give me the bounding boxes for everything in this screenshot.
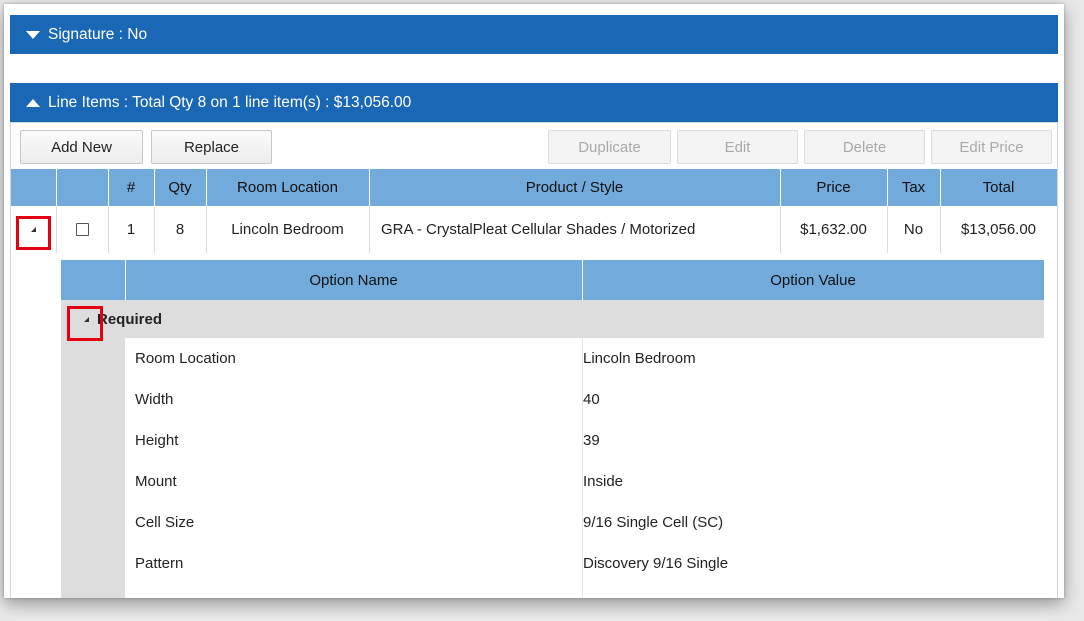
- option-name: Cell Size: [135, 514, 195, 531]
- option-value: Lincoln Bedroom: [583, 350, 696, 367]
- row-detail-panel: Option Name Option Value Required Room L…: [61, 253, 1044, 598]
- column-header-option-value[interactable]: Option Value: [582, 260, 1044, 300]
- signature-label: Signature : No: [48, 25, 148, 43]
- column-header-price[interactable]: Price: [780, 169, 887, 206]
- option-name: Room Location: [135, 350, 236, 367]
- line-items-summary: Line Items : Total Qty 8 on 1 line item(…: [48, 93, 412, 111]
- column-header-total[interactable]: Total: [940, 169, 1057, 206]
- row-qty: 8: [175, 221, 185, 238]
- row-number: 1: [126, 221, 136, 238]
- column-header-product-style[interactable]: Product / Style: [369, 169, 780, 206]
- duplicate-button[interactable]: Duplicate: [548, 130, 671, 164]
- option-row: Width 40: [125, 379, 1044, 420]
- column-header-number[interactable]: #: [108, 169, 154, 206]
- options-header-row: Option Name Option Value: [61, 260, 1044, 300]
- row-room-location: Lincoln Bedroom: [231, 221, 344, 238]
- table-row[interactable]: 1 8 Lincoln Bedroom GRA - CrystalPleat C…: [11, 206, 1057, 253]
- edit-price-button[interactable]: Edit Price: [931, 130, 1052, 164]
- row-product-style: GRA - CrystalPleat Cellular Shades / Mot…: [381, 221, 696, 238]
- row-select-cell: [56, 206, 108, 253]
- option-row: Mount Inside: [125, 461, 1044, 502]
- option-name: Width: [135, 391, 174, 408]
- row-tax: No: [903, 221, 924, 238]
- edit-button[interactable]: Edit: [677, 130, 798, 164]
- add-new-button[interactable]: Add New: [20, 130, 143, 164]
- row-select-checkbox[interactable]: [75, 223, 89, 236]
- column-header-qty[interactable]: Qty: [154, 169, 206, 206]
- option-row: Cell Size 9/16 Single Cell (SC): [125, 502, 1044, 543]
- signature-panel-header[interactable]: Signature : No: [10, 15, 1058, 54]
- group-indent-rail: [61, 338, 125, 598]
- option-value: 9/16 Single Cell (SC): [583, 514, 724, 531]
- option-value: 40: [583, 391, 600, 408]
- caret-up-icon: [26, 98, 40, 107]
- option-row: Height 39: [125, 420, 1044, 461]
- row-total: $13,056.00: [960, 221, 1037, 238]
- options-group-row[interactable]: Required: [61, 300, 1044, 338]
- grid-toolbar: Add New Replace Duplicate Edit Delete Ed…: [11, 123, 1057, 169]
- caret-down-icon: [26, 30, 40, 39]
- row-price: $1,632.00: [800, 221, 867, 238]
- option-value: Discovery 9/16 Single: [583, 555, 729, 572]
- column-header-room-location[interactable]: Room Location: [206, 169, 369, 206]
- order-details-frame: Signature : No Line Items : Total Qty 8 …: [4, 4, 1064, 598]
- option-row: Pattern Discovery 9/16 Single: [125, 543, 1044, 584]
- line-items-grid: Add New Replace Duplicate Edit Delete Ed…: [10, 122, 1058, 598]
- highlight-row-toggle: [16, 216, 51, 250]
- grid-header-row: # Qty Room Location Product / Style Pric…: [11, 169, 1057, 206]
- replace-button[interactable]: Replace: [151, 130, 272, 164]
- option-name: Mount: [135, 473, 177, 490]
- highlight-group-toggle: [67, 306, 103, 341]
- group-label: Required: [97, 310, 163, 328]
- option-name: Pattern: [135, 555, 184, 572]
- option-value: Inside: [583, 473, 624, 490]
- option-value: 39: [583, 432, 600, 449]
- option-row: Room Location Lincoln Bedroom: [125, 338, 1044, 379]
- line-items-panel-header[interactable]: Line Items : Total Qty 8 on 1 line item(…: [10, 83, 1058, 122]
- option-name: Height: [135, 432, 179, 449]
- column-header-option-name[interactable]: Option Name: [125, 260, 582, 300]
- option-row: [125, 584, 1044, 598]
- column-header-tax[interactable]: Tax: [887, 169, 940, 206]
- delete-button[interactable]: Delete: [804, 130, 925, 164]
